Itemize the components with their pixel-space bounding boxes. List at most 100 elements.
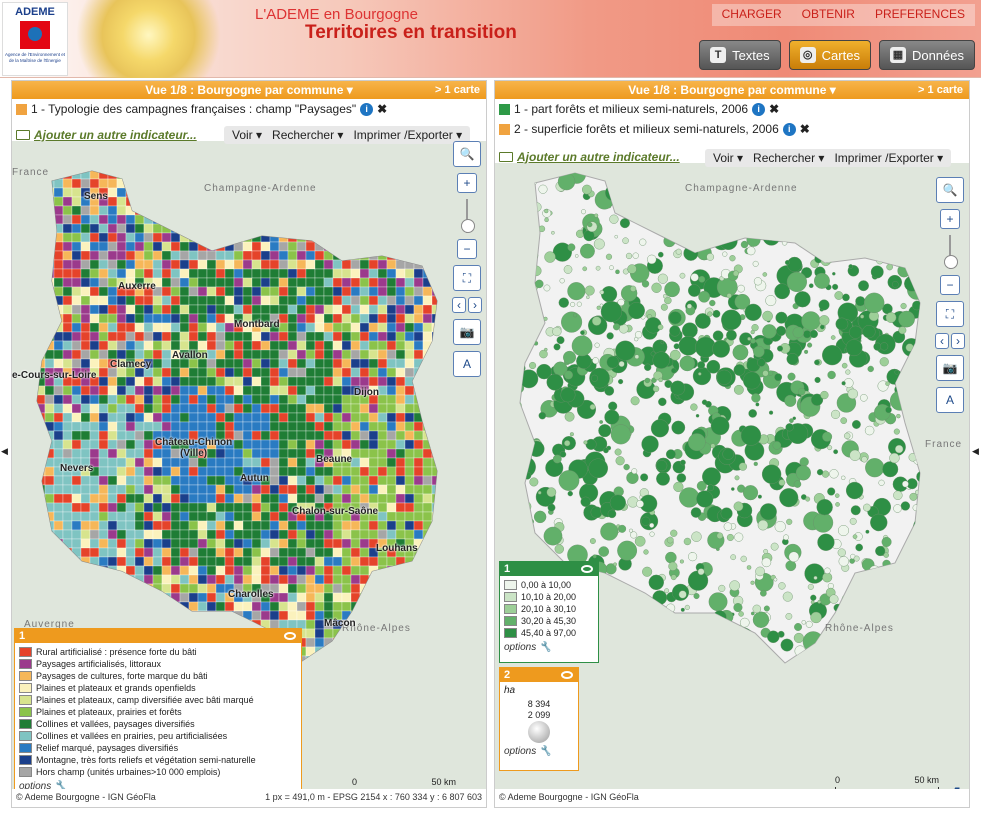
next-extent-icon[interactable]: › [468,297,482,313]
left-indicator-label[interactable]: 1 - Typologie des campagnes françaises :… [31,102,356,116]
imprimer-menu[interactable]: Imprimer /Exporter ▾ [834,151,943,165]
commune-bubble [926,177,931,182]
commune-bubble [850,505,861,516]
eye-icon[interactable] [284,632,296,640]
left-collapse-arrow-icon[interactable]: ◀ [1,446,8,457]
left-add-indicator-link[interactable]: Ajouter un autre indicateur... [34,128,197,142]
commune-cell [27,593,36,602]
imprimer-menu[interactable]: Imprimer /Exporter ▾ [353,128,462,142]
commune-cell [377,385,388,396]
commune-cell [386,277,397,288]
commune-cell [377,232,388,243]
commune-cell [233,574,244,585]
commune-cell [80,340,91,351]
zoom-box-icon[interactable]: 🔍 [936,177,964,203]
rechercher-menu[interactable]: Rechercher ▾ [272,128,343,142]
remove-indicator-icon[interactable]: ✖ [377,102,387,116]
zoom-in-button[interactable]: + [940,209,960,229]
commune-bubble [676,473,687,483]
prev-extent-icon[interactable]: ‹ [452,297,466,313]
donnees-button[interactable]: ▦ Données [878,40,975,70]
commune-bubble [563,265,573,274]
full-extent-icon[interactable]: ⛶ [453,265,481,291]
commune-cell [44,385,55,396]
commune-bubble [722,251,728,257]
commune-cell [179,196,190,207]
eye-icon[interactable] [561,671,573,679]
resize-arrow-icon[interactable]: ⇖ [953,783,965,789]
menu-charger[interactable]: CHARGER [712,4,792,26]
right-collapse-arrow-icon[interactable]: ◀ [972,446,979,457]
info-icon[interactable]: i [752,102,766,116]
ademe-logo[interactable]: ADEME Agence de l'Environnement et de la… [2,2,68,76]
zoom-box-icon[interactable]: 🔍 [453,141,481,167]
commune-cell [414,674,423,683]
textes-button[interactable]: T Textes [699,40,781,70]
commune-cell [197,241,208,252]
zoom-out-button[interactable]: − [457,239,477,259]
cartes-button[interactable]: ◎ Cartes [788,40,871,70]
right-map[interactable]: Champagne-Ardenne France Rhône-Alpes 🔍 +… [495,163,969,789]
eye-icon[interactable] [581,565,593,573]
commune-cell [224,268,235,279]
commune-cell [170,457,181,468]
snapshot-icon[interactable]: 📷 [936,355,964,381]
commune-cell [341,592,352,603]
commune-cell [431,583,437,594]
legend-item: Rural artificialisé : présence forte du … [15,646,301,658]
commune-bubble [869,219,886,237]
menu-obtenir[interactable]: OBTENIR [792,4,865,26]
commune-bubble [615,185,626,196]
options-link[interactable]: options 🔧 [500,639,598,656]
options-link[interactable]: options 🔧 [500,743,578,760]
right-add-indicator-link[interactable]: Ajouter un autre indicateur... [517,150,680,164]
commune-bubble [832,272,836,276]
voir-menu[interactable]: Voir ▾ [232,128,262,142]
commune-cell [441,656,450,665]
commune-cell [323,565,334,576]
voir-menu[interactable]: Voir ▾ [713,151,743,165]
options-link[interactable]: options 🔧 [15,778,301,789]
remove-indicator-icon[interactable]: ✖ [769,102,779,116]
commune-bubble [673,481,684,492]
right-more-maps[interactable]: > 1 carte [918,81,963,99]
commune-cell [450,494,459,503]
commune-bubble [838,525,849,537]
snapshot-icon[interactable]: 📷 [453,319,481,345]
commune-cell [143,556,154,567]
commune-cell [44,601,55,612]
full-extent-icon[interactable]: ⛶ [936,301,964,327]
commune-cell [44,322,55,333]
menu-preferences[interactable]: PREFERENCES [865,4,975,26]
info-icon[interactable]: i [360,102,374,116]
zoom-out-button[interactable]: − [940,275,960,295]
commune-cell [350,358,361,369]
right-view-title[interactable]: Vue 1/8 : Bourgogne par commune ▾ > 1 car… [495,81,969,99]
commune-cell [350,565,361,576]
zoom-slider[interactable] [461,199,475,233]
commune-cell [404,574,415,585]
prev-extent-icon[interactable]: ‹ [935,333,949,349]
right-indicator2-label[interactable]: 2 - superficie forêts et milieux semi-na… [514,122,779,136]
commune-cell [116,304,127,315]
remove-indicator-icon[interactable]: ✖ [800,122,810,136]
zoom-in-button[interactable]: + [457,173,477,193]
commune-cell [44,295,55,306]
label-toggle-icon[interactable]: A [453,351,481,377]
commune-bubble [707,484,714,492]
next-extent-icon[interactable]: › [951,333,965,349]
label-toggle-icon[interactable]: A [936,387,964,413]
commune-bubble [741,651,750,660]
commune-bubble [779,488,799,508]
left-map[interactable]: France Champagne-Ardenne Auvergne Rhône-… [12,141,486,789]
right-indicator1-label[interactable]: 1 - part forêts et milieux semi-naturels… [514,102,748,116]
commune-bubble [661,195,669,204]
commune-cell [431,268,437,279]
left-view-title[interactable]: Vue 1/8 : Bourgogne par commune ▾ > 1 car… [12,81,486,99]
info-icon[interactable]: i [782,122,796,136]
commune-cell [359,349,370,360]
left-more-maps[interactable]: > 1 carte [435,81,480,99]
resize-arrow-icon[interactable]: ⇖ [470,785,482,789]
zoom-slider[interactable] [944,235,958,269]
rechercher-menu[interactable]: Rechercher ▾ [753,151,824,165]
